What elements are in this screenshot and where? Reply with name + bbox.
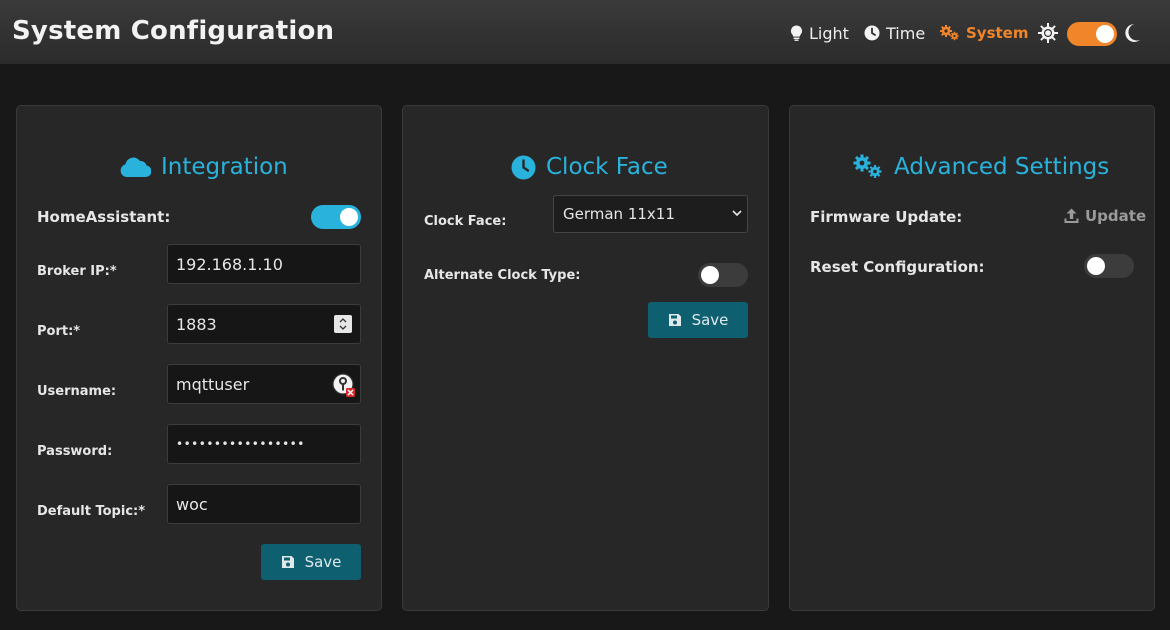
alternate-clock-label: Alternate Clock Type: xyxy=(424,268,581,283)
clock-icon xyxy=(511,155,536,179)
sun-icon xyxy=(1038,23,1058,43)
lightbulb-icon xyxy=(790,25,803,41)
password-label: Password: xyxy=(37,444,113,459)
default-topic-label: Default Topic:* xyxy=(37,504,146,519)
password-input[interactable]: ••••••••••••••••• xyxy=(167,424,361,464)
homeassistant-label: HomeAssistant: xyxy=(37,208,171,226)
default-topic-input[interactable]: woc xyxy=(167,484,361,524)
homeassistant-toggle[interactable] xyxy=(311,205,361,229)
clock-face-save-button[interactable]: Save xyxy=(648,302,748,338)
toggle-knob xyxy=(340,208,358,226)
stepper-arrows-icon xyxy=(339,318,347,330)
save-label: Save xyxy=(304,553,342,571)
clock-face-label: Clock Face: xyxy=(424,214,507,229)
username-value: mqttuser xyxy=(176,374,250,394)
alternate-clock-toggle[interactable] xyxy=(698,263,748,287)
reset-configuration-toggle[interactable] xyxy=(1084,254,1134,278)
integration-save-button[interactable]: Save xyxy=(261,544,361,580)
nav-system-label: System xyxy=(966,24,1029,42)
nav-system[interactable]: System xyxy=(940,22,1028,44)
update-label: Update xyxy=(1085,207,1147,225)
broker-ip-label: Broker IP:* xyxy=(37,264,117,279)
toggle-knob xyxy=(1087,257,1105,275)
port-label: Port:* xyxy=(37,324,81,339)
save-icon xyxy=(281,556,294,568)
nav-time-label: Time xyxy=(886,23,926,43)
broker-ip-input[interactable]: 192.168.1.10 xyxy=(167,244,361,284)
port-value: 1883 xyxy=(176,314,217,334)
save-icon xyxy=(668,314,681,326)
integration-title: Integration xyxy=(120,150,288,184)
clock-icon xyxy=(864,25,880,41)
advanced-settings-title-text: Advanced Settings xyxy=(894,154,1110,180)
chevron-down-icon xyxy=(732,210,742,217)
nav-time[interactable]: Time xyxy=(864,22,925,44)
clock-face-title-text: Clock Face xyxy=(546,154,668,180)
broker-ip-value: 192.168.1.10 xyxy=(176,254,283,274)
moon-icon xyxy=(1125,24,1140,42)
clock-face-selected: German 11x11 xyxy=(563,205,675,223)
toggle-knob xyxy=(701,266,719,284)
top-bar: System Configuration Light Time System xyxy=(0,0,1170,65)
autofill-key-icon[interactable] xyxy=(332,373,356,397)
cloud-icon xyxy=(120,157,151,178)
toggle-knob xyxy=(1096,25,1114,43)
port-input[interactable]: 1883 xyxy=(167,304,361,344)
gears-icon xyxy=(853,154,882,178)
gears-icon xyxy=(940,25,959,41)
username-label: Username: xyxy=(37,384,117,399)
update-button[interactable]: Update xyxy=(1064,206,1146,226)
page-title: System Configuration xyxy=(12,16,335,46)
password-value: ••••••••••••••••• xyxy=(176,437,305,451)
nav-light[interactable]: Light xyxy=(790,22,849,44)
firmware-update-label: Firmware Update: xyxy=(810,208,963,226)
upload-icon xyxy=(1064,208,1079,223)
nav-light-label: Light xyxy=(809,23,849,43)
clock-face-select[interactable]: German 11x11 xyxy=(553,195,748,233)
theme-toggle[interactable] xyxy=(1067,22,1117,46)
clock-face-title: Clock Face xyxy=(511,150,668,184)
integration-title-text: Integration xyxy=(161,154,288,180)
save-label: Save xyxy=(691,311,729,329)
reset-configuration-label: Reset Configuration: xyxy=(810,258,985,276)
default-topic-value: woc xyxy=(176,494,208,514)
advanced-settings-title: Advanced Settings xyxy=(853,150,1109,184)
port-stepper[interactable] xyxy=(334,315,352,333)
